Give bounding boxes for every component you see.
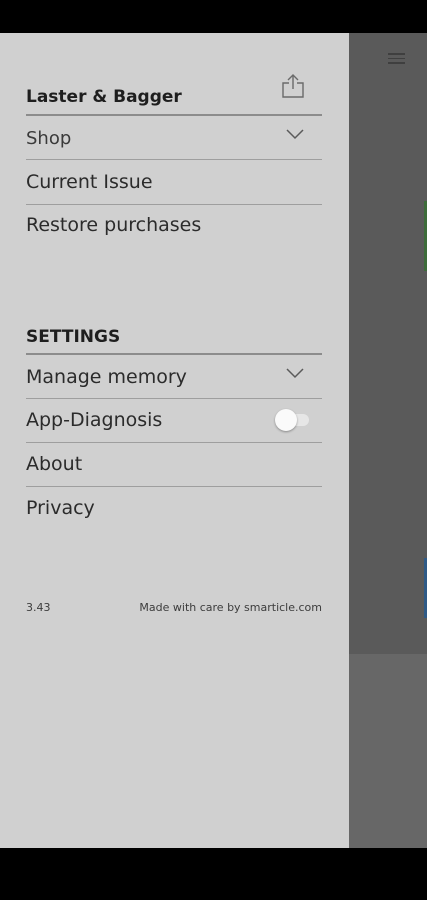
menu-item-shop[interactable]: Shop bbox=[26, 117, 322, 159]
divider bbox=[26, 114, 322, 116]
settings-item-app-diagnosis: App-Diagnosis bbox=[26, 400, 322, 442]
hamburger-menu-icon[interactable] bbox=[388, 53, 405, 65]
navigation-drawer: Laster & Bagger Shop Current Issue Resto… bbox=[0, 33, 349, 848]
dimmed-backdrop[interactable] bbox=[349, 33, 427, 848]
settings-item-privacy-label: Privacy bbox=[26, 497, 95, 519]
menu-item-current-issue[interactable]: Current Issue bbox=[26, 161, 322, 203]
system-navigation-bar bbox=[0, 848, 427, 900]
menu-item-shop-label: Shop bbox=[26, 128, 72, 149]
status-bar bbox=[0, 0, 427, 33]
share-icon[interactable] bbox=[281, 73, 305, 99]
menu-item-restore-purchases[interactable]: Restore purchases bbox=[26, 206, 322, 248]
settings-item-privacy[interactable]: Privacy bbox=[26, 488, 322, 530]
made-with-care-link[interactable]: Made with care by smarticle.com bbox=[139, 601, 322, 614]
divider bbox=[26, 398, 322, 399]
settings-item-manage-memory-label: Manage memory bbox=[26, 366, 187, 388]
settings-item-app-diagnosis-label: App-Diagnosis bbox=[26, 409, 163, 431]
brand-title: Laster & Bagger bbox=[26, 87, 182, 107]
settings-heading: SETTINGS bbox=[26, 327, 121, 347]
chevron-down-icon bbox=[286, 129, 304, 140]
app-diagnosis-toggle[interactable] bbox=[275, 409, 311, 431]
menu-item-restore-purchases-label: Restore purchases bbox=[26, 214, 202, 236]
divider bbox=[26, 204, 322, 205]
divider bbox=[26, 442, 322, 443]
background-content bbox=[349, 33, 427, 654]
divider bbox=[26, 159, 322, 160]
settings-item-manage-memory[interactable]: Manage memory bbox=[26, 356, 322, 398]
toggle-thumb bbox=[275, 409, 297, 431]
divider bbox=[26, 353, 322, 355]
app-version: 3.43 bbox=[26, 601, 51, 614]
settings-item-about[interactable]: About bbox=[26, 444, 322, 486]
divider bbox=[26, 486, 322, 487]
menu-item-current-issue-label: Current Issue bbox=[26, 171, 153, 193]
chevron-down-icon bbox=[286, 368, 304, 379]
settings-item-about-label: About bbox=[26, 453, 83, 475]
app-screen: Laster & Bagger Shop Current Issue Resto… bbox=[0, 0, 427, 900]
